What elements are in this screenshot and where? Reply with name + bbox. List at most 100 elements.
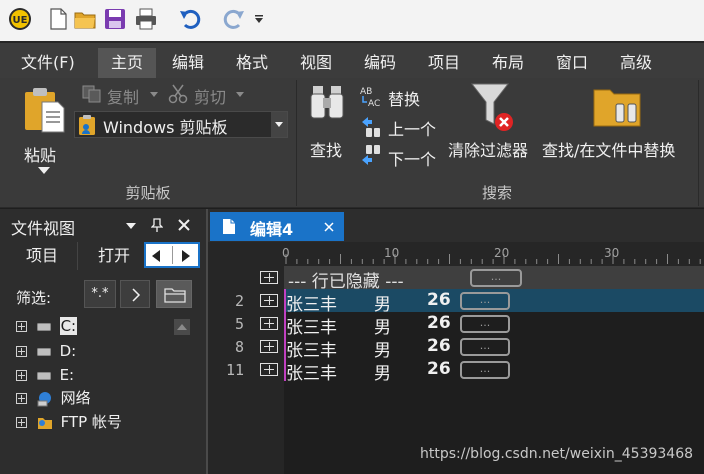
tree-item-ftp[interactable]: FTP 帐号 [16, 411, 122, 433]
expand-icon[interactable] [16, 346, 27, 357]
customize-toolbar-icon[interactable] [254, 14, 264, 24]
menu-bar: 文件(F) 主页 编辑 格式 视图 编码 项目 布局 窗口 高级 [0, 41, 704, 78]
expand-icon[interactable] [16, 417, 27, 428]
cut-dropdown-icon[interactable] [236, 92, 244, 97]
paste-icon [25, 88, 65, 133]
browse-folder-button[interactable] [156, 280, 192, 308]
tree-item-drive-d[interactable]: D: [16, 340, 76, 362]
file-view-panel: 文件视图 项目 打开 筛选: *.* C: D: E: 网络 FTP 帐号 [0, 209, 206, 474]
paste-dropdown-icon[interactable] [38, 167, 50, 175]
cell-age: 26 [427, 359, 451, 379]
replace-button[interactable]: AB AC 替换 [360, 84, 430, 109]
menu-home[interactable]: 主页 [98, 48, 156, 78]
clear-filter-button[interactable]: 清除过滤器 [446, 80, 540, 160]
save-icon[interactable] [103, 7, 127, 31]
fold-toggle-icon[interactable] [260, 317, 278, 330]
find-label: 查找 [310, 141, 343, 160]
expand-icon[interactable] [16, 321, 27, 332]
close-tab-icon[interactable] [324, 222, 334, 232]
find-in-files-icon [593, 89, 641, 127]
copy-dropdown-icon[interactable] [150, 92, 158, 97]
tab-label: 编辑4 [250, 220, 294, 239]
cell-name: 张三丰 [286, 318, 337, 338]
ribbon: 粘贴 复制 剪切 Windows 剪贴板 剪贴板 查找 AB AC 替换 上一个… [0, 78, 704, 208]
tree-item-drive-c[interactable]: C: [16, 315, 78, 337]
open-folder-icon[interactable] [73, 7, 97, 31]
fold-toggle-icon[interactable] [260, 340, 278, 353]
tab-open[interactable]: 打开 [84, 242, 144, 270]
menu-file[interactable]: 文件(F) [14, 48, 82, 78]
collapsed-marker[interactable]: ... [460, 338, 510, 356]
ribbon-separator [698, 80, 699, 206]
folder-open-icon [164, 288, 186, 303]
find-prev-button[interactable]: 上一个 [360, 114, 444, 139]
panel-menu-icon[interactable] [126, 223, 136, 229]
menu-format[interactable]: 格式 [229, 48, 275, 78]
expand-icon[interactable] [16, 370, 27, 381]
chevron-down-icon [275, 122, 283, 127]
menu-project[interactable]: 项目 [421, 48, 467, 78]
find-next-icon [362, 145, 380, 165]
clipboard-select-arrow[interactable] [271, 112, 287, 137]
filter-apply-button[interactable] [120, 280, 150, 308]
expand-icon[interactable] [16, 393, 27, 404]
collapsed-marker[interactable]: ... [460, 315, 510, 333]
cell-age: 26 [427, 290, 451, 310]
ruler-label: 30 [604, 246, 620, 260]
fold-toggle-icon[interactable] [260, 363, 278, 376]
cut-button[interactable]: 剪切 [168, 83, 248, 107]
scroll-right-icon[interactable] [180, 250, 190, 262]
ruler: 0 10 20 30 [208, 242, 704, 266]
tab-edit4[interactable]: 编辑4 [210, 212, 344, 241]
drive-icon [36, 371, 51, 380]
find-button[interactable]: 查找 [304, 80, 352, 160]
fold-toggle-icon[interactable] [260, 294, 278, 307]
chevron-right-icon [132, 288, 141, 302]
fold-toggle-icon[interactable] [260, 271, 278, 284]
app-logo-icon: UE [9, 8, 31, 30]
menu-edit[interactable]: 编辑 [165, 48, 211, 78]
tree-item-label: D: [59, 342, 77, 360]
line-number: 11 [225, 361, 244, 379]
clipboard-select[interactable]: Windows 剪贴板 [74, 111, 288, 138]
svg-text:AC: AC [368, 99, 380, 108]
menu-advanced[interactable]: 高级 [613, 48, 659, 78]
tree-item-label: C: [59, 317, 78, 335]
tree-item-drive-e[interactable]: E: [16, 364, 74, 386]
scroll-up-icon[interactable] [174, 319, 190, 335]
collapsed-marker[interactable]: ... [460, 292, 510, 310]
find-in-files-button[interactable]: 查找/在文件中替换 [542, 80, 698, 160]
menu-view[interactable]: 视图 [293, 48, 339, 78]
undo-icon[interactable] [178, 7, 202, 31]
filter-input[interactable]: *.* [84, 280, 116, 308]
title-bar: UE [0, 0, 704, 41]
cell-age: 26 [427, 313, 451, 333]
document-icon [223, 219, 235, 234]
scissors-icon [168, 84, 188, 104]
tab-scroller [144, 242, 200, 268]
find-next-button[interactable]: 下一个 [360, 144, 444, 169]
redo-icon[interactable] [222, 7, 246, 31]
menu-window[interactable]: 窗口 [549, 48, 595, 78]
copy-button[interactable]: 复制 [82, 83, 162, 107]
tab-project[interactable]: 项目 [10, 242, 78, 270]
line-number: 8 [234, 338, 244, 356]
file-view-title: 文件视图 [11, 219, 76, 238]
close-icon[interactable] [178, 219, 190, 231]
scroll-left-icon[interactable] [152, 250, 162, 262]
cell-gender: 男 [374, 318, 391, 338]
ruler-label: 10 [384, 246, 400, 260]
line-number: 2 [234, 292, 244, 310]
collapsed-marker[interactable]: ... [460, 361, 510, 379]
line-number: 5 [234, 315, 244, 333]
new-file-icon[interactable] [46, 7, 70, 31]
pin-icon[interactable] [151, 218, 163, 232]
print-icon[interactable] [134, 7, 158, 31]
collapsed-marker[interactable]: ... [470, 269, 522, 287]
paste-button[interactable]: 粘贴 [18, 84, 72, 176]
clipboard-select-value: Windows 剪贴板 [103, 118, 228, 137]
menu-layout[interactable]: 布局 [485, 48, 531, 78]
tree-item-network[interactable]: 网络 [16, 387, 91, 409]
menu-encoding[interactable]: 编码 [357, 48, 403, 78]
paste-label: 粘贴 [24, 146, 57, 165]
